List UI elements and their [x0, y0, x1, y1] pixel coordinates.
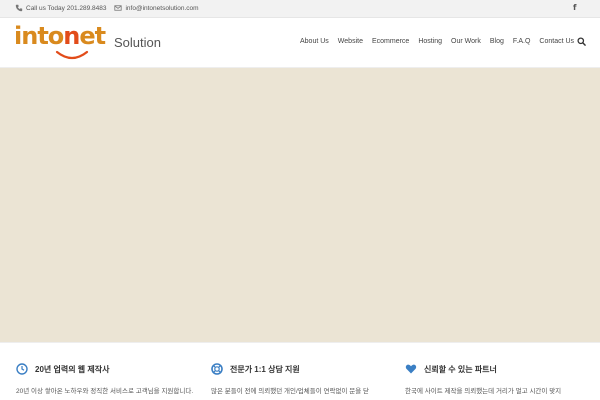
feature-experience: 20년 업력의 웹 제작사 20년 이상 쌓아온 노하우와 정직한 서비스로 고… [16, 363, 206, 398]
life-ring-icon [211, 363, 223, 375]
envelope-icon [114, 5, 123, 11]
nav-blog[interactable]: Blog [490, 38, 504, 45]
nav-hosting[interactable]: Hosting [418, 38, 442, 45]
phone-contact[interactable]: Call us Today 201.289.8483 [15, 4, 106, 12]
nav-ecommerce[interactable]: Ecommerce [372, 38, 409, 45]
email-contact[interactable]: info@intonetsolution.com [114, 4, 199, 12]
site-header: intonet Solution About Us Website Ecomme… [0, 18, 600, 68]
email-text: info@intonetsolution.com [125, 4, 199, 12]
hero-banner [0, 68, 600, 342]
feature-text: 한국에 사이트 제작을 의뢰했는데 거리가 멀고 시간이 맞지 [405, 388, 562, 395]
clock-icon [16, 363, 28, 375]
logo-wordmark: intonet [14, 22, 106, 50]
search-icon[interactable] [577, 37, 586, 46]
feature-text: 많은 분들이 전에 의뢰했던 개인/업체들이 연락없이 문을 닫 [211, 388, 369, 395]
nav-website[interactable]: Website [338, 38, 363, 45]
nav-contact-us[interactable]: Contact Us [539, 38, 574, 45]
feature-partner: 신뢰할 수 있는 파트너 한국에 사이트 제작을 의뢰했는데 거리가 멀고 시간… [405, 363, 595, 398]
contact-info: Call us Today 201.289.8483 info@intonets… [15, 4, 207, 12]
logo-suffix: Solution [114, 35, 161, 50]
phone-text: Call us Today 201.289.8483 [26, 4, 107, 12]
facebook-icon[interactable]: f [573, 3, 576, 12]
feature-title: 20년 업력의 웹 제작사 [35, 364, 110, 374]
feature-title: 신뢰할 수 있는 파트너 [424, 364, 497, 374]
logo-smile-icon [55, 50, 89, 60]
heart-icon [405, 364, 417, 374]
nav-about-us[interactable]: About Us [300, 38, 329, 45]
main-nav: About Us Website Ecommerce Hosting Our W… [300, 37, 586, 46]
nav-our-work[interactable]: Our Work [451, 38, 481, 45]
feature-title: 전문가 1:1 상담 지원 [230, 364, 300, 374]
phone-icon [15, 4, 23, 12]
nav-faq[interactable]: F.A.Q [513, 38, 531, 45]
feature-text: 20년 이상 쌓아온 노하우와 정직한 서비스로 고객님을 지원합니다. [16, 388, 194, 395]
feature-consulting: 전문가 1:1 상담 지원 많은 분들이 전에 의뢰했던 개인/업체들이 연락없… [211, 363, 401, 398]
features-section: 20년 업력의 웹 제작사 20년 이상 쌓아온 노하우와 정직한 서비스로 고… [0, 342, 600, 400]
top-bar: Call us Today 201.289.8483 info@intonets… [0, 0, 600, 18]
site-logo[interactable]: intonet Solution [14, 22, 174, 64]
